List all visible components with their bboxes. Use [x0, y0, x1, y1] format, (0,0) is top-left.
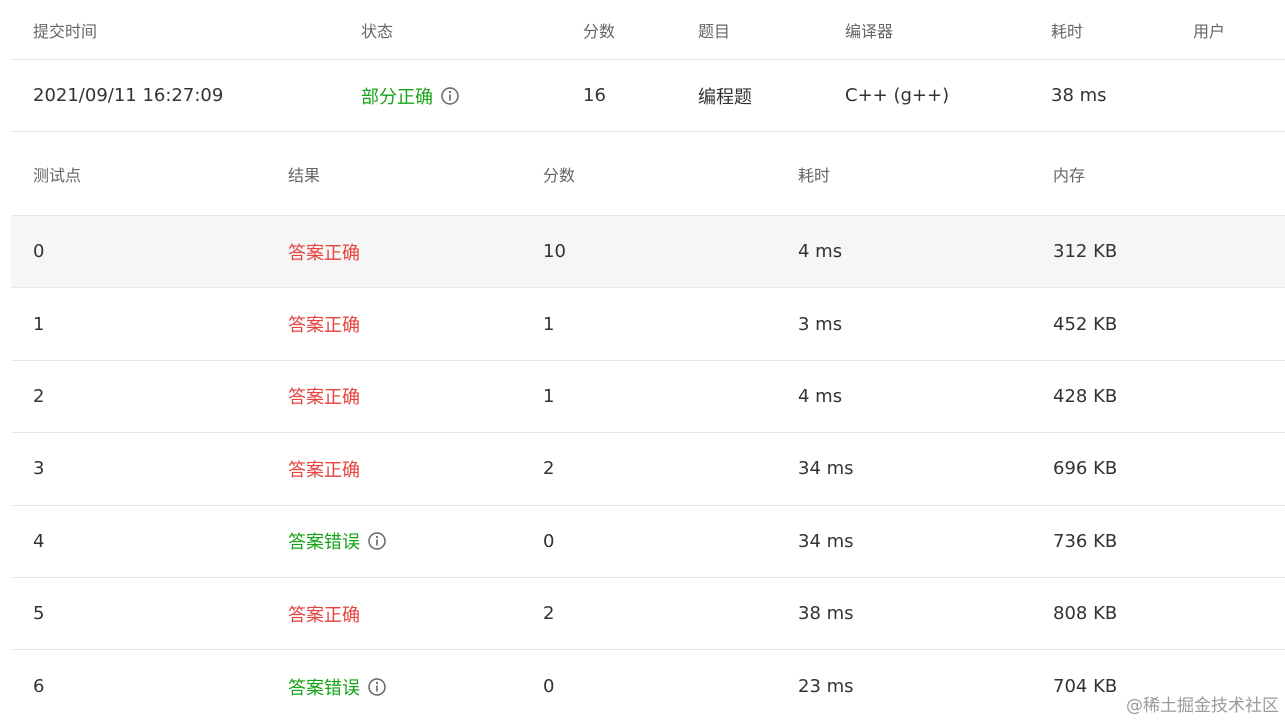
case-result: 答案错误	[288, 506, 386, 577]
case-result: 答案正确	[288, 361, 360, 432]
result-text: 答案正确	[288, 459, 360, 481]
header-result: 结果	[288, 165, 321, 185]
case-memory: 704 KB	[1053, 676, 1118, 698]
header-score: 分数	[583, 21, 616, 41]
status-cell: 部分正确	[361, 60, 459, 131]
case-result: 答案正确	[288, 288, 360, 359]
table-row: 4 答案错误 0 34 ms 736 KB	[11, 506, 1285, 578]
compiler: C++ (g++)	[845, 85, 950, 106]
case-score: 2	[543, 458, 555, 480]
submission-summary-table: 提交时间 状态 分数 题目 编译器 耗时 用户 2021/09/11 16:27…	[11, 0, 1285, 132]
result-text: 答案正确	[288, 315, 360, 337]
table-row: 0 答案正确 10 4 ms 312 KB	[11, 216, 1285, 289]
case-score: 0	[543, 530, 555, 552]
header-elapsed: 耗时	[1051, 21, 1084, 41]
problem-link[interactable]: 编程题	[698, 60, 752, 131]
case-time: 4 ms	[798, 241, 843, 263]
case-score: 2	[543, 603, 555, 625]
status-text: 部分正确	[361, 86, 433, 108]
result-text: 答案正确	[288, 604, 360, 626]
case-id: 6	[33, 676, 45, 698]
case-memory: 452 KB	[1053, 313, 1118, 335]
header-case-time: 耗时	[798, 165, 831, 185]
header-problem: 题目	[698, 21, 731, 41]
test-cases-table: 测试点 结果 分数 耗时 内存 0 答案正确 10 4 ms 312 KB 1 …	[11, 132, 1285, 723]
header-memory: 内存	[1053, 165, 1086, 185]
result-text: 答案错误	[288, 677, 360, 699]
watermark: @稀土掘金技术社区	[1126, 696, 1279, 716]
table-row: 3 答案正确 2 34 ms 696 KB	[11, 433, 1285, 506]
table-row: 2 答案正确 1 4 ms 428 KB	[11, 361, 1285, 434]
case-time: 4 ms	[798, 385, 843, 407]
case-memory: 808 KB	[1053, 603, 1118, 625]
header-user: 用户	[1193, 21, 1226, 41]
summary-score: 16	[583, 85, 606, 106]
case-time: 38 ms	[798, 603, 854, 625]
case-memory: 428 KB	[1053, 385, 1118, 407]
summary-elapsed: 38 ms	[1051, 85, 1107, 106]
case-score: 0	[543, 676, 555, 698]
case-id: 1	[33, 313, 45, 335]
header-case-score: 分数	[543, 165, 576, 185]
info-circle-icon[interactable]	[441, 86, 459, 105]
case-score: 1	[543, 385, 555, 407]
result-text: 答案错误	[288, 532, 360, 554]
header-status: 状态	[361, 21, 394, 41]
case-time: 34 ms	[798, 458, 854, 480]
case-id: 2	[33, 385, 45, 407]
header-compiler: 编译器	[845, 21, 894, 41]
header-test-point: 测试点	[33, 165, 82, 185]
case-time: 34 ms	[798, 530, 854, 552]
header-submit-time: 提交时间	[33, 21, 98, 41]
result-text: 答案正确	[288, 242, 360, 264]
case-id: 5	[33, 603, 45, 625]
case-id: 4	[33, 530, 45, 552]
case-time: 3 ms	[798, 313, 843, 335]
submit-time: 2021/09/11 16:27:09	[33, 85, 224, 106]
summary-header-row: 提交时间 状态 分数 题目 编译器 耗时 用户	[11, 0, 1285, 60]
case-memory: 312 KB	[1053, 241, 1118, 263]
table-row: 6 答案错误 0 23 ms 704 KB	[11, 650, 1285, 722]
table-row: 5 答案正确 2 38 ms 808 KB	[11, 578, 1285, 651]
cases-header-row: 测试点 结果 分数 耗时 内存	[11, 132, 1285, 216]
summary-row: 2021/09/11 16:27:09 部分正确 16 编程题 C++ (g++…	[11, 60, 1285, 132]
info-circle-icon[interactable]	[368, 677, 386, 696]
case-time: 23 ms	[798, 676, 854, 698]
case-result: 答案正确	[288, 578, 360, 649]
case-result: 答案错误	[288, 650, 386, 722]
case-id: 3	[33, 458, 45, 480]
case-memory: 736 KB	[1053, 530, 1118, 552]
table-row: 1 答案正确 1 3 ms 452 KB	[11, 288, 1285, 361]
info-circle-icon[interactable]	[368, 532, 386, 550]
case-result: 答案正确	[288, 433, 360, 504]
result-text: 答案正确	[288, 387, 360, 409]
case-score: 10	[543, 241, 566, 263]
case-result: 答案正确	[288, 216, 360, 287]
case-id: 0	[33, 241, 45, 263]
case-memory: 696 KB	[1053, 458, 1118, 480]
case-score: 1	[543, 313, 555, 335]
